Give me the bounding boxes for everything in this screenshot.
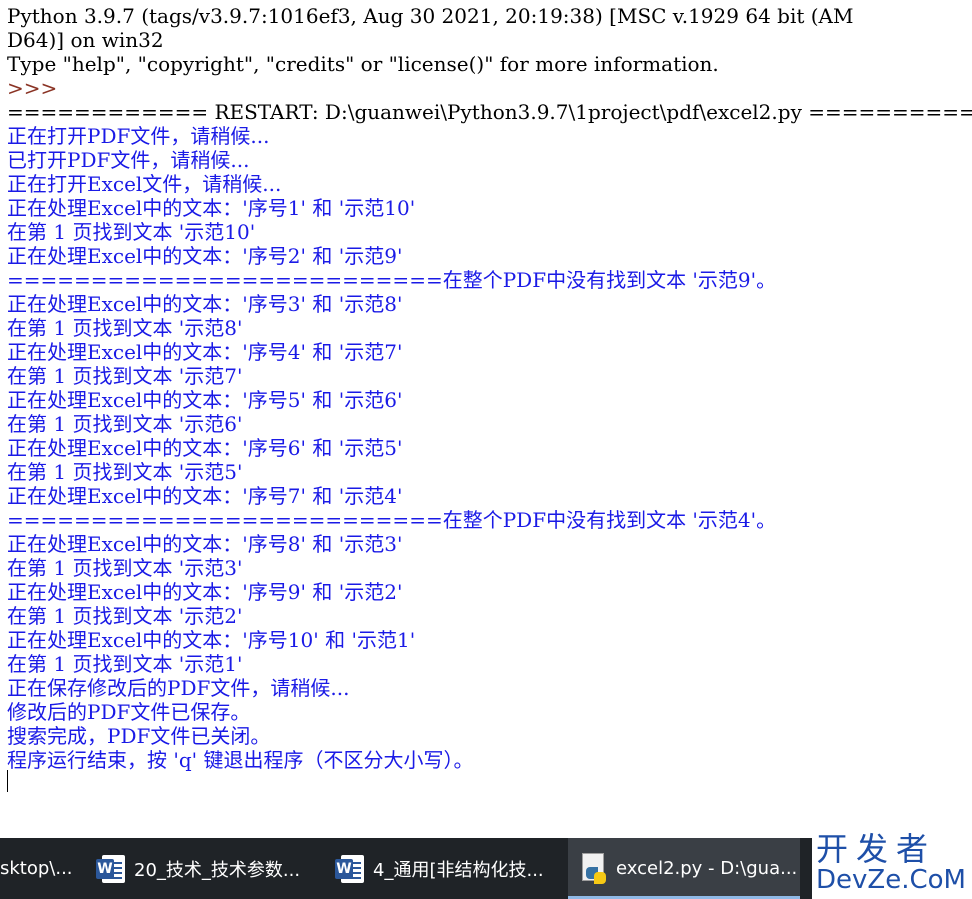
word-icon: W — [96, 854, 126, 884]
shell-line-out: 正在处理Excel中的文本：'序号7' 和 '示范4' — [7, 484, 403, 508]
shell-line-banner: Type "help", "copyright", "credits" or "… — [7, 52, 719, 76]
shell-line-out: 在第 1 页找到文本 '示范3' — [7, 556, 243, 580]
watermark-logo: 开发者 DevZe.CoM — [812, 830, 972, 899]
shell-line-out: 在第 1 页找到文本 '示范10' — [7, 220, 256, 244]
shell-line-out: 正在处理Excel中的文本：'序号2' 和 '示范9' — [7, 244, 403, 268]
shell-line-out: 正在打开Excel文件，请稍候... — [7, 172, 282, 196]
shell-line-out: 在第 1 页找到文本 '示范8' — [7, 316, 243, 340]
shell-line-out: 在第 1 页找到文本 '示范6' — [7, 412, 243, 436]
shell-line-banner: D64)] on win32 — [7, 28, 164, 52]
shell-line-out: 正在处理Excel中的文本：'序号10' 和 '示范1' — [7, 628, 416, 652]
shell-line-out: 搜索完成，PDF文件已关闭。 — [7, 724, 271, 748]
shell-line-out: 修改后的PDF文件已保存。 — [7, 700, 251, 724]
shell-line-out: 在第 1 页找到文本 '示范7' — [7, 364, 243, 388]
shell-line-out: 正在处理Excel中的文本：'序号6' 和 '示范5' — [7, 436, 403, 460]
taskbar-item-desktop[interactable]: sktop\... — [0, 838, 82, 899]
shell-line-out: 正在处理Excel中的文本：'序号5' 和 '示范6' — [7, 388, 403, 412]
shell-line-out: 正在打开PDF文件，请稍候... — [7, 124, 270, 148]
text-cursor — [7, 770, 8, 792]
shell-line-out: 在第 1 页找到文本 '示范1' — [7, 652, 243, 676]
shell-line-out: ==========================在整个PDF中没有找到文本 … — [7, 508, 777, 532]
shell-line-out: 正在处理Excel中的文本：'序号4' 和 '示范7' — [7, 340, 403, 364]
shell-line-out: 正在处理Excel中的文本：'序号1' 和 '示范10' — [7, 196, 416, 220]
python-file-icon — [578, 852, 608, 885]
taskbar-item-label: sktop\... — [0, 858, 73, 879]
shell-line-out: 程序运行结束，按 'q' 键退出程序（不区分大小写）。 — [7, 748, 474, 772]
shell-line-out: 已打开PDF文件，请稍候... — [7, 148, 250, 172]
shell-line-out: 正在保存修改后的PDF文件，请稍候... — [7, 676, 350, 700]
watermark-chinese-text: 开发者 — [816, 830, 937, 868]
word-icon: W — [335, 854, 365, 884]
taskbar-item-word-doc-2[interactable]: W 4_通用[非结构化技... — [335, 838, 555, 899]
taskbar-item-python-shell[interactable]: excel2.py - D:\gua... — [568, 838, 800, 899]
shell-line-out: ==========================在整个PDF中没有找到文本 … — [7, 268, 777, 292]
shell-line-out: 在第 1 页找到文本 '示范2' — [7, 604, 243, 628]
taskbar-item-label: 20_技术_技术参数... — [134, 859, 301, 881]
taskbar-item-label: excel2.py - D:\gua... — [616, 858, 798, 879]
shell-output[interactable]: Python 3.9.7 (tags/v3.9.7:1016ef3, Aug 3… — [7, 4, 972, 772]
shell-line-banner: Python 3.9.7 (tags/v3.9.7:1016ef3, Aug 3… — [7, 4, 854, 28]
shell-line-prompt: >>> — [7, 76, 58, 100]
shell-line-out: 正在处理Excel中的文本：'序号8' 和 '示范3' — [7, 532, 403, 556]
taskbar-item-word-doc-1[interactable]: W 20_技术_技术参数... — [96, 838, 316, 899]
shell-line-out: 正在处理Excel中的文本：'序号9' 和 '示范2' — [7, 580, 403, 604]
taskbar-item-label: 4_通用[非结构化技... — [373, 859, 544, 881]
python-shell-window[interactable]: Python 3.9.7 (tags/v3.9.7:1016ef3, Aug 3… — [0, 0, 972, 838]
shell-line-restart: ============ RESTART: D:\guanwei\Python3… — [7, 100, 972, 124]
shell-line-out: 正在处理Excel中的文本：'序号3' 和 '示范8' — [7, 292, 403, 316]
watermark-english-text: DevZe.CoM — [816, 865, 966, 895]
shell-line-out: 在第 1 页找到文本 '示范5' — [7, 460, 243, 484]
